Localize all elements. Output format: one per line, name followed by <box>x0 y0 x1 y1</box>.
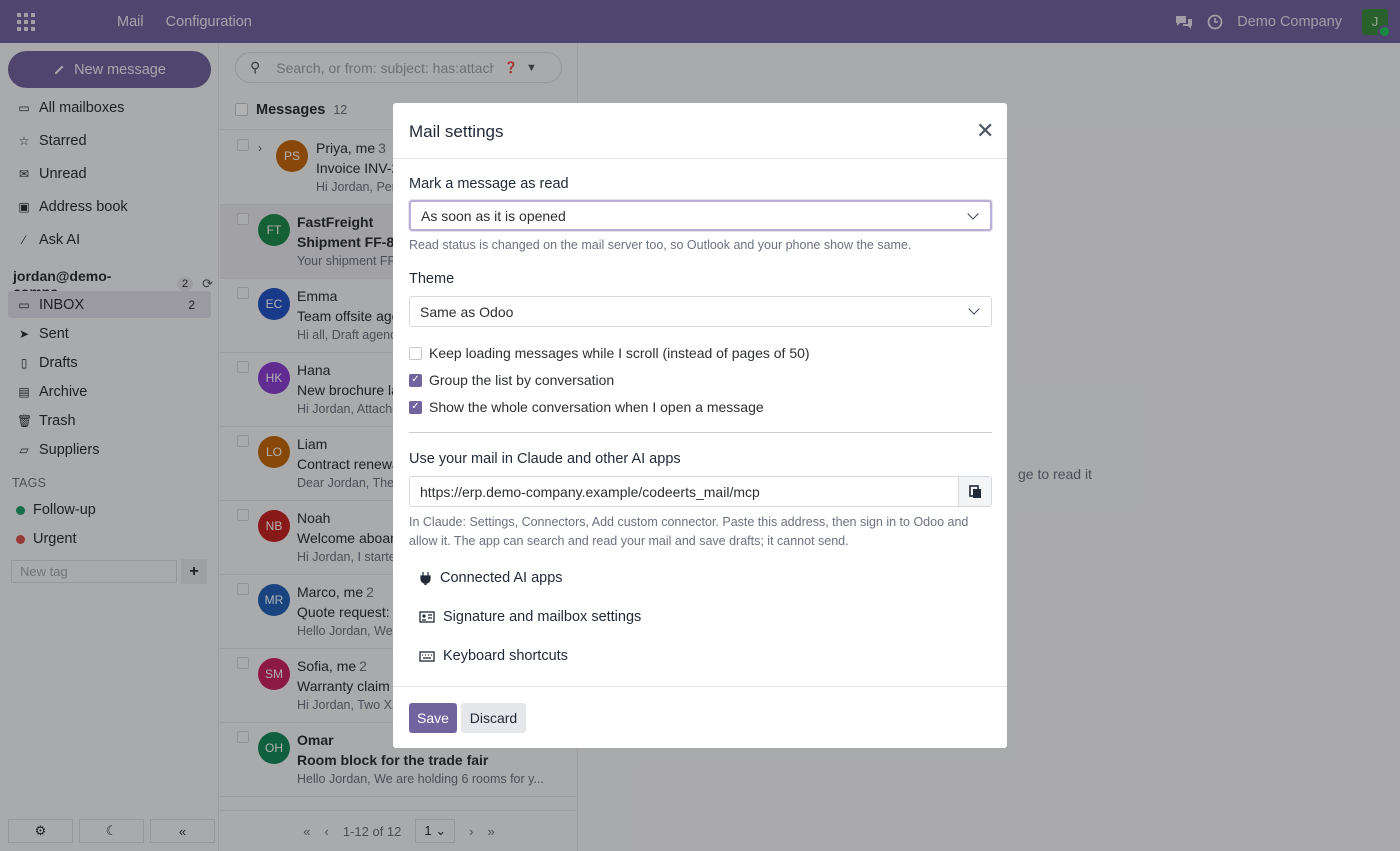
option-label: Keep loading messages while I scroll (in… <box>429 345 810 361</box>
ai-help: In Claude: Settings, Connectors, Add cus… <box>409 515 969 548</box>
mark-read-select[interactable]: As soon as it is opened <box>409 200 992 231</box>
link-label: Signature and mailbox settings <box>443 609 642 625</box>
link-label: Keyboard shortcuts <box>443 648 568 664</box>
mcp-url-value[interactable]: https://erp.demo-company.example/codeert… <box>410 484 958 500</box>
link-label: Connected AI apps <box>440 570 563 586</box>
checkbox[interactable] <box>409 346 422 360</box>
option-label: Show the whole conversation when I open … <box>429 399 764 415</box>
connected-ai-apps-link[interactable]: Connected AI apps <box>419 570 563 586</box>
checkbox-checked[interactable]: ✓ <box>409 400 422 414</box>
chevron-down-icon <box>967 208 979 220</box>
dialog-title: Mail settings <box>409 122 504 141</box>
mcp-url-field[interactable]: https://erp.demo-company.example/codeert… <box>409 476 992 507</box>
theme-select[interactable]: Same as Odoo <box>409 296 992 327</box>
keyboard-shortcuts-link[interactable]: Keyboard shortcuts <box>419 648 568 664</box>
chevron-down-icon <box>968 303 980 315</box>
save-button[interactable]: Save <box>409 703 457 733</box>
option-infinite-scroll[interactable]: Keep loading messages while I scroll (in… <box>409 345 810 361</box>
mark-read-label: Mark a message as read <box>409 176 569 192</box>
theme-value: Same as Odoo <box>420 303 514 320</box>
mark-read-value: As soon as it is opened <box>421 207 566 224</box>
keyboard-icon <box>419 650 435 662</box>
close-icon[interactable]: ✕ <box>976 120 994 142</box>
mark-read-help: Read status is changed on the mail serve… <box>409 238 912 252</box>
theme-label: Theme <box>409 271 455 287</box>
signature-settings-link[interactable]: Signature and mailbox settings <box>419 609 641 625</box>
header-divider <box>393 158 1007 159</box>
discard-button[interactable]: Discard <box>461 703 526 733</box>
option-group-conversation[interactable]: ✓ Group the list by conversation <box>409 372 614 388</box>
copy-button[interactable] <box>958 477 991 506</box>
option-whole-conversation[interactable]: ✓ Show the whole conversation when I ope… <box>409 399 764 415</box>
clipboard-icon <box>968 485 981 498</box>
option-label: Group the list by conversation <box>429 372 615 388</box>
checkbox-checked[interactable]: ✓ <box>409 373 422 387</box>
footer-divider <box>393 686 1007 687</box>
id-card-icon <box>419 611 435 623</box>
mail-settings-dialog: Mail settings ✕ Mark a message as read A… <box>393 103 1007 748</box>
ai-section-label: Use your mail in Claude and other AI app… <box>409 451 681 467</box>
section-divider <box>409 432 992 433</box>
plug-icon <box>420 572 431 585</box>
